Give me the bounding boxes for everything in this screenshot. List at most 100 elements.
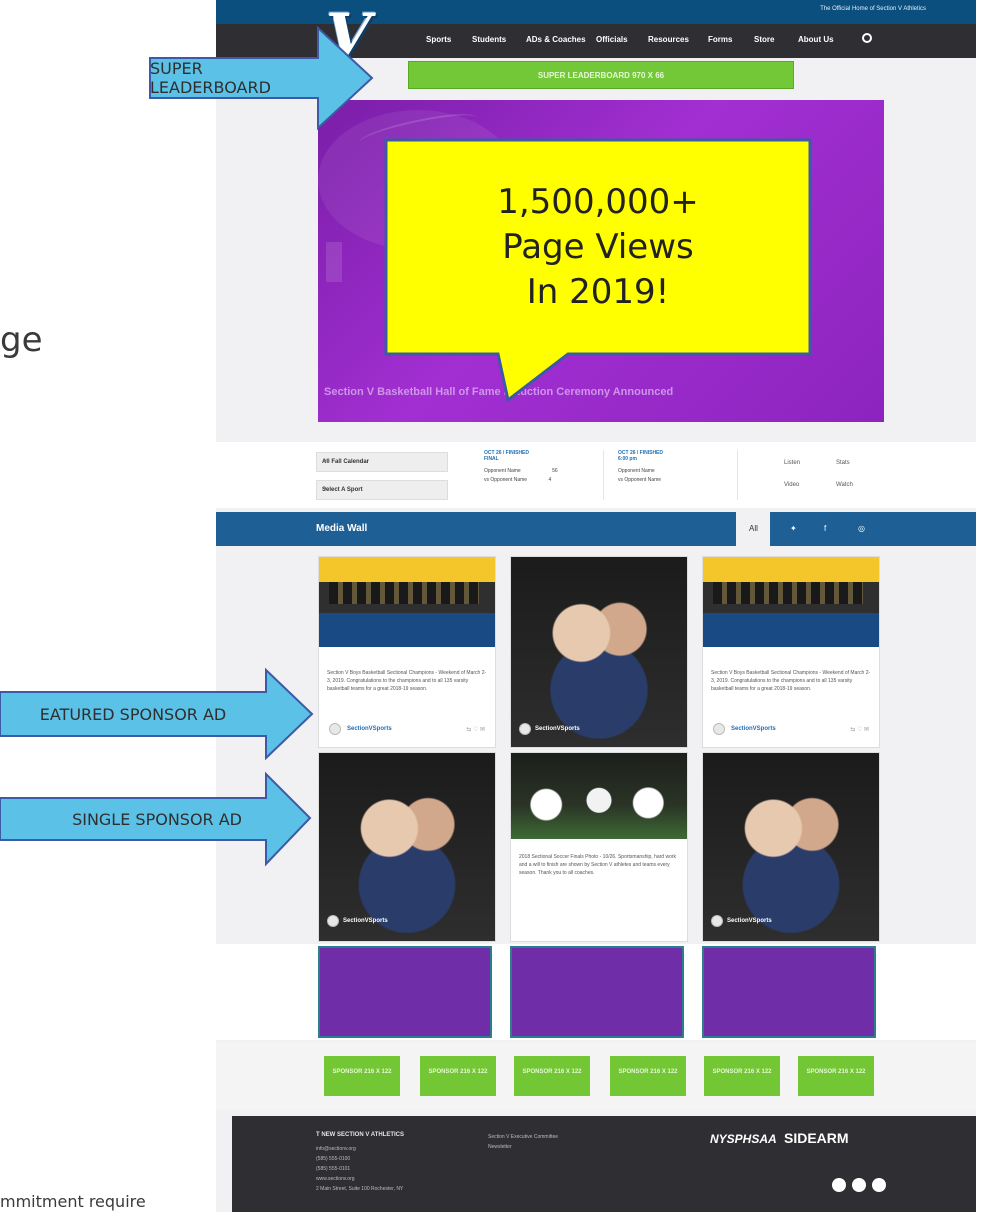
facebook-icon[interactable]: f: [824, 524, 826, 533]
nav-item-resources[interactable]: Resources: [648, 35, 689, 44]
nysphsaa-logo[interactable]: NYSPHSAA: [710, 1132, 777, 1146]
lower-screenshot: SPONSOR 216 X 122 SPONSOR 216 X 122 SPON…: [216, 944, 976, 1212]
twitter-icon[interactable]: ✦: [790, 524, 797, 533]
footer-phone[interactable]: (585) 555-0100: [316, 1156, 350, 1162]
featured-sponsor-ad-3[interactable]: [702, 946, 876, 1038]
top-strip-note: The Official Home of Section V Athletics: [820, 6, 926, 12]
media-card[interactable]: Section V Boys Basketball Sectional Cham…: [318, 556, 496, 748]
social-icon[interactable]: [852, 1178, 866, 1192]
footer-fax: (585) 555-0101: [316, 1166, 351, 1172]
featured-sponsor-ad-1[interactable]: [318, 946, 492, 1038]
media-card[interactable]: SectionVSports: [510, 556, 688, 748]
score-card[interactable]: OCT 26 / FINISHED 6:00 pm Opponent Name …: [618, 450, 738, 500]
slide-text-fragment: ge: [0, 320, 43, 360]
featured-sponsor-ad-2[interactable]: [510, 946, 684, 1038]
media-card[interactable]: SectionVSports: [702, 752, 880, 942]
team-score: 4: [548, 477, 552, 483]
page-views-number: 1,500,000+: [497, 182, 699, 222]
footer-email[interactable]: info@sectionv.org: [316, 1146, 356, 1152]
main-nav: V Sports Students ADs & Coaches Official…: [216, 6, 976, 64]
media-card[interactable]: Section V Boys Basketball Sectional Cham…: [702, 556, 880, 748]
media-wall-title: Media Wall: [316, 523, 368, 534]
avatar: [329, 723, 341, 735]
instagram-icon[interactable]: ◎: [858, 524, 865, 533]
super-leaderboard-ad[interactable]: SUPER LEADERBOARD 970 X 66: [408, 61, 794, 89]
super-leaderboard-label: SUPER LEADERBOARD: [150, 59, 271, 97]
media-card[interactable]: 2018 Sectional Soccer Finals Photo - 10/…: [510, 752, 688, 942]
share-icon[interactable]: ⇆ ♡ ✉: [850, 726, 869, 733]
tab-all[interactable]: All: [736, 512, 770, 546]
nav-item-forms[interactable]: Forms: [708, 35, 732, 44]
page-views-year: In 2019!: [526, 272, 670, 312]
game-team: vs Opponent Name: [618, 477, 737, 483]
search-icon[interactable]: [862, 33, 872, 43]
game-status: 6:00 pm: [618, 456, 637, 462]
media-card-caption: Section V Boys Basketball Sectional Cham…: [711, 670, 871, 692]
team-name: Opponent Name: [484, 468, 521, 474]
sport-select[interactable]: Select A Sport ▼: [316, 480, 448, 500]
video-link[interactable]: Video: [784, 482, 799, 488]
huddle-photo: [511, 557, 687, 747]
social-icon[interactable]: [832, 1178, 846, 1192]
sponsor-label: SPONSOR 216 X 122: [712, 1069, 772, 1075]
listen-link[interactable]: Listen: [784, 460, 800, 466]
single-sponsor-ad[interactable]: SPONSOR 216 X 122: [420, 1056, 496, 1096]
avatar: [327, 915, 339, 927]
site-footer: T NEW SECTION V ATHLETICS info@sectionv.…: [232, 1116, 976, 1212]
slide-text-fragment-bottom: mmitment require: [0, 1192, 146, 1211]
footer-title: T NEW SECTION V ATHLETICS: [316, 1132, 404, 1138]
footer-website[interactable]: www.sectionv.org: [316, 1176, 355, 1182]
media-card-handle[interactable]: SectionVSports: [347, 726, 392, 732]
share-icon[interactable]: ⇆ ♡ ✉: [466, 726, 485, 733]
score-card[interactable]: OCT 26 / FINISHED FINAL Opponent Name 56…: [484, 450, 604, 500]
game-team: Opponent Name: [618, 468, 737, 474]
nav-item-officials[interactable]: Officials: [596, 35, 628, 44]
soccer-photo: [511, 753, 687, 839]
media-card-handle[interactable]: SectionVSports: [535, 726, 580, 732]
nav-item-store[interactable]: Store: [754, 35, 774, 44]
tab-all-label: All: [749, 524, 758, 533]
watch-link[interactable]: Watch: [836, 482, 853, 488]
nav-item-about-us[interactable]: About Us: [798, 35, 834, 44]
calendar-filter-select[interactable]: All Fall Calendar ▼: [316, 452, 448, 472]
single-sponsor-ad[interactable]: SPONSOR 216 X 122: [610, 1056, 686, 1096]
huddle-photo: [703, 753, 879, 941]
footer-link[interactable]: Newsletter: [488, 1144, 512, 1150]
nav-item-sports[interactable]: Sports: [426, 35, 451, 44]
nav-item-ads-coaches[interactable]: ADs & Coaches: [526, 35, 586, 44]
social-icon[interactable]: [872, 1178, 886, 1192]
scoreboard: All Fall Calendar ▼ Select A Sport ▼ OCT…: [216, 442, 976, 508]
avatar: [519, 723, 531, 735]
media-wall-header: Media Wall All ✦ f ◎: [216, 512, 976, 546]
nav-item-students[interactable]: Students: [472, 35, 506, 44]
page-views-label: Page Views: [502, 227, 694, 267]
game-team: Opponent Name 56: [484, 468, 603, 474]
sponsor-label: SPONSOR 216 X 122: [806, 1069, 866, 1075]
sponsor-label: SPONSOR 216 X 122: [522, 1069, 582, 1075]
avatar: [711, 915, 723, 927]
single-sponsor-ad[interactable]: SPONSOR 216 X 122: [514, 1056, 590, 1096]
media-card-handle[interactable]: SectionVSports: [727, 918, 772, 924]
team-name: vs Opponent Name: [484, 477, 528, 483]
stats-link[interactable]: Stats: [836, 460, 850, 466]
sponsor-label: SPONSOR 216 X 122: [428, 1069, 488, 1075]
game-team: vs Opponent Name 4: [484, 477, 603, 483]
single-sponsor-ad[interactable]: SPONSOR 216 X 122: [798, 1056, 874, 1096]
hero-headline[interactable]: Section V Basketball Hall of Fame Induct…: [324, 386, 673, 398]
media-card-caption: Section V Boys Basketball Sectional Cham…: [327, 670, 487, 692]
team-photo: [319, 557, 495, 647]
sponsor-label: SPONSOR 216 X 122: [332, 1069, 392, 1075]
site-logo[interactable]: V: [326, 6, 371, 64]
single-sponsor-ad[interactable]: SPONSOR 216 X 122: [324, 1056, 400, 1096]
footer-link[interactable]: Section V Executive Committee: [488, 1134, 558, 1140]
hero-decoration: [326, 242, 342, 282]
score-links: Listen Stats Video Watch: [784, 456, 894, 496]
footer-address: 2 Main Street, Suite 100 Rochester, NY: [316, 1186, 404, 1192]
team-name: vs Opponent Name: [618, 477, 662, 483]
sidearm-logo[interactable]: SIDEARM: [784, 1130, 849, 1146]
media-card-handle[interactable]: SectionVSports: [731, 726, 776, 732]
media-card[interactable]: SectionVSports: [318, 752, 496, 942]
media-card-handle[interactable]: SectionVSports: [343, 918, 388, 924]
single-sponsor-ad[interactable]: SPONSOR 216 X 122: [704, 1056, 780, 1096]
huddle-photo: [319, 753, 495, 941]
